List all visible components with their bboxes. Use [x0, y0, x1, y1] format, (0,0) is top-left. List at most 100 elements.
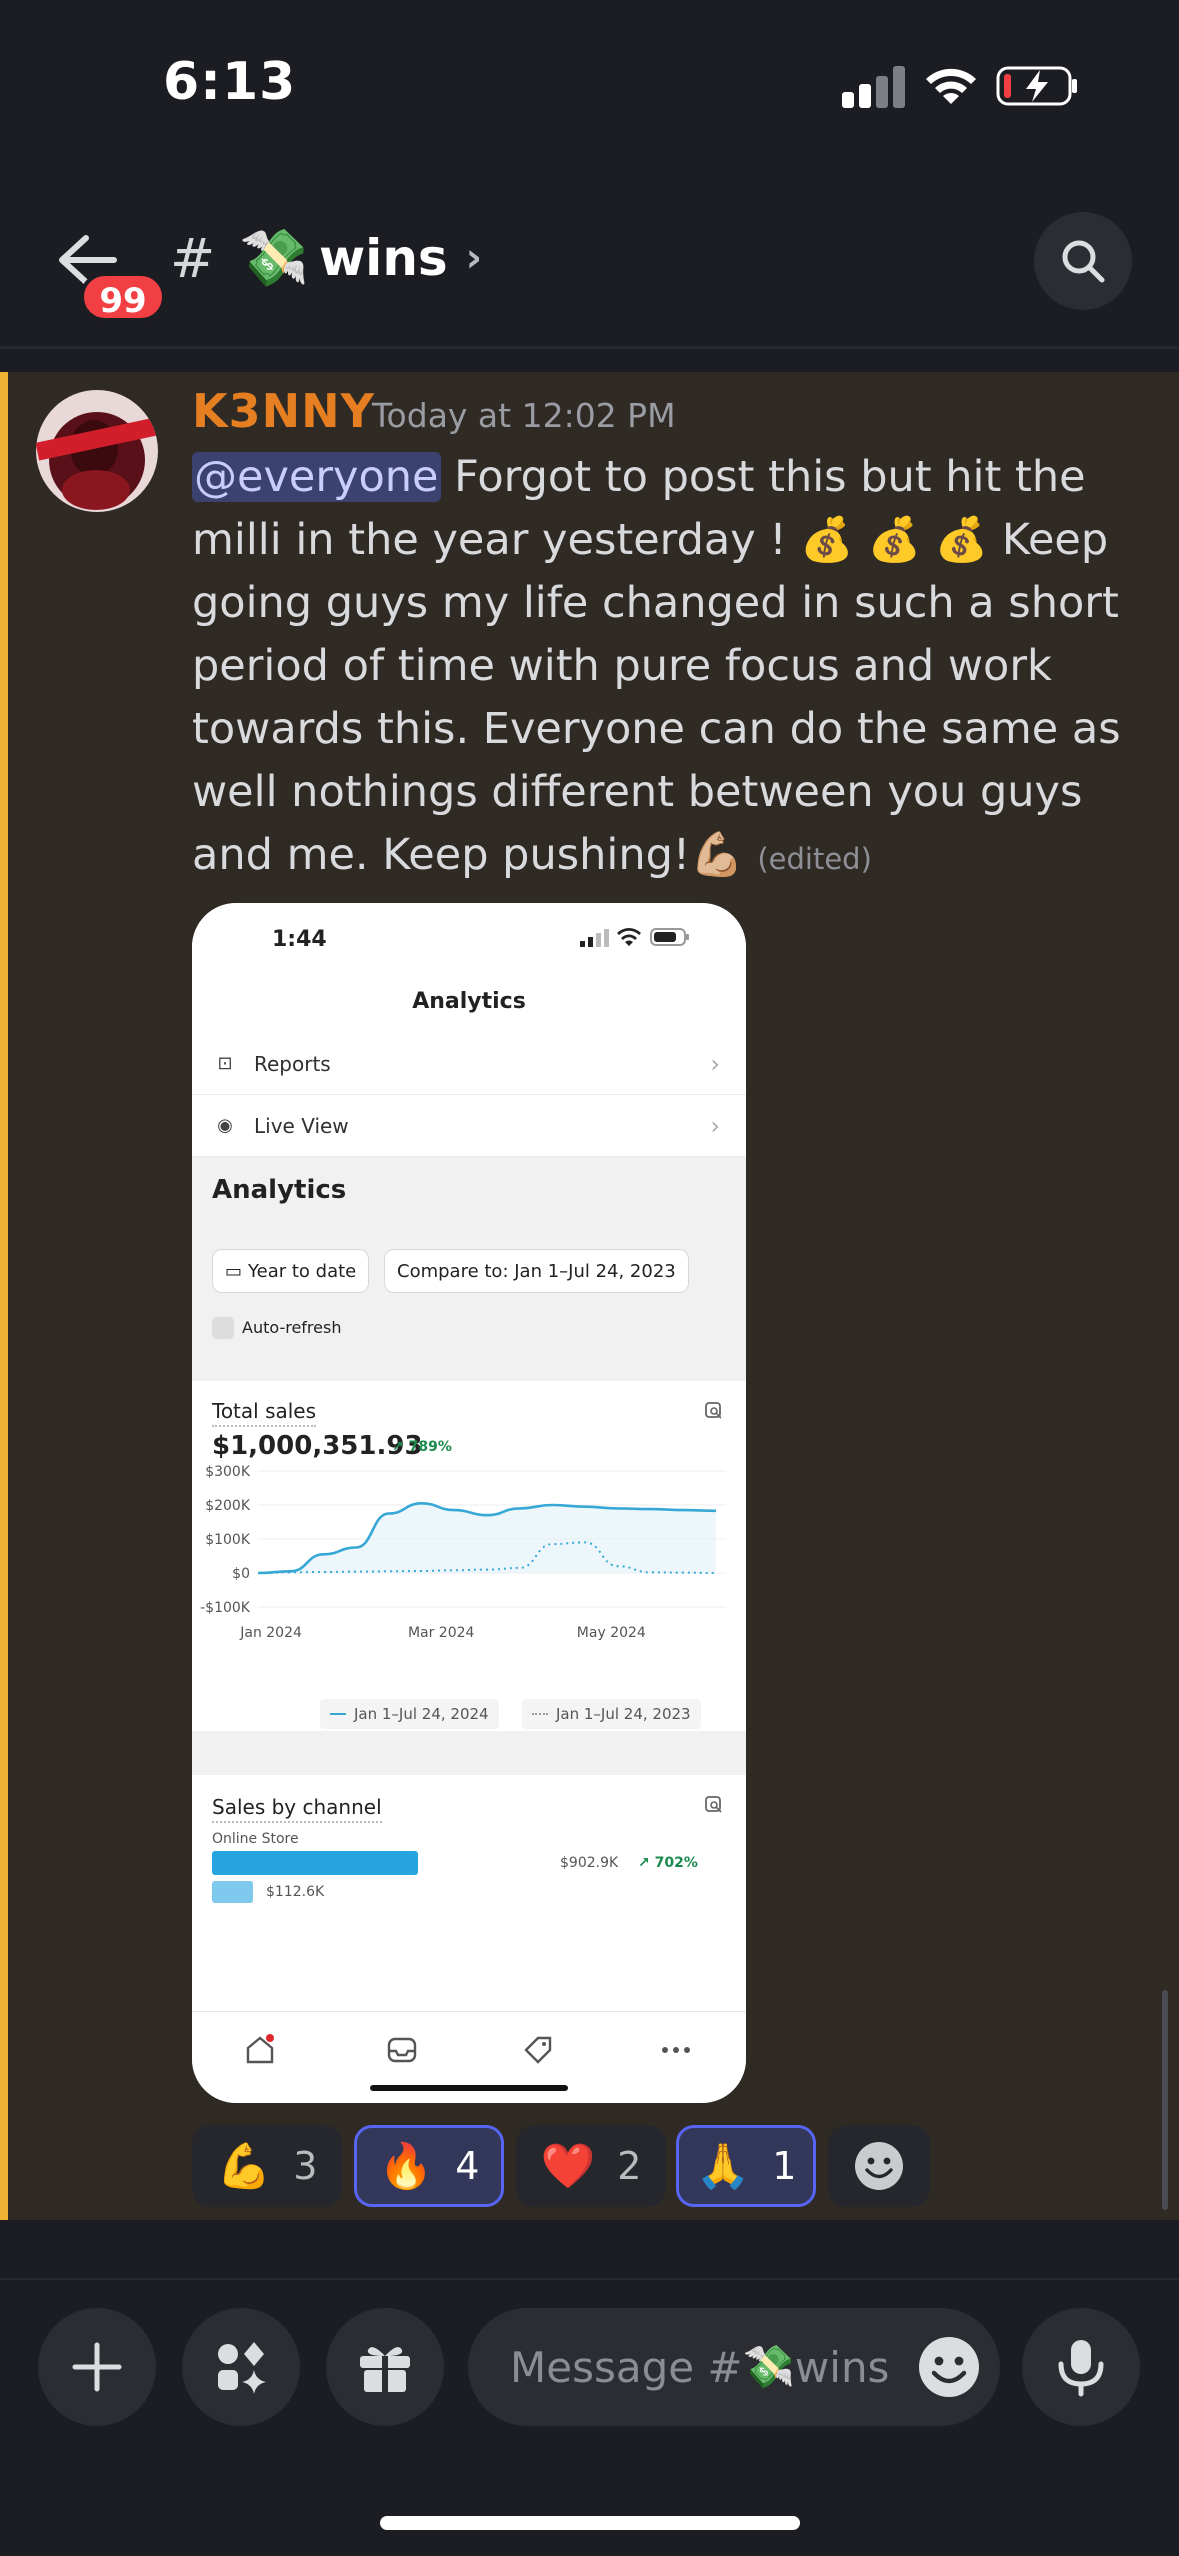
online-store-label: Online Store: [212, 1831, 299, 1847]
auto-refresh-checkbox: [212, 1317, 234, 1339]
total-sales-change: ↗ 789%: [392, 1439, 452, 1455]
reaction-fire[interactable]: 🔥 4: [354, 2125, 504, 2207]
image-attachment[interactable]: 1:44 Analytics ⊡ Reports › ◉ Live View ›…: [192, 903, 746, 2103]
online-store-value: $902.9K: [560, 1855, 619, 1871]
money-wings-emoji: 💸: [239, 226, 309, 291]
emoji-picker-button[interactable]: [904, 2322, 994, 2412]
unread-badge: 99: [80, 272, 166, 322]
reaction-count: 1: [772, 2144, 797, 2188]
pray-emoji: 🙏: [695, 2141, 751, 2192]
live-view-icon: ◉: [217, 1114, 233, 1136]
y-tick-label: $300K: [205, 1464, 251, 1480]
gift-button[interactable]: [326, 2308, 444, 2426]
battery-icon: [650, 928, 689, 946]
year-to-date-filter: ▭ Year to date: [212, 1249, 370, 1293]
y-tick-label: $100K: [205, 1532, 251, 1548]
y-tick-label: $200K: [205, 1498, 251, 1514]
chevron-right-icon: ›: [710, 1111, 720, 1140]
total-sales-card: Total sales $1,000,351.93 ↗ 789% $300K $2…: [192, 1381, 746, 1731]
apps-sparkle-icon: [218, 2342, 266, 2394]
home-indicator: [380, 2516, 800, 2530]
cellular-signal-icon: [842, 66, 906, 108]
report-icon: [705, 1402, 722, 1419]
wifi-icon: [926, 68, 976, 104]
message-placeholder-prefix: Message #: [510, 2342, 743, 2392]
attachment-status-bar: 1:44: [192, 903, 746, 973]
reaction-pray[interactable]: 🙏 1: [676, 2125, 816, 2207]
year-to-date-label: Year to date: [248, 1260, 357, 1282]
hash-icon: #: [170, 226, 216, 290]
chevron-right-icon: ›: [710, 1049, 720, 1078]
channel-title[interactable]: # 💸 wins ›: [170, 225, 482, 291]
tag-icon: [524, 2036, 552, 2064]
y-tick-label: -$100K: [200, 1600, 251, 1616]
reaction-muscle[interactable]: 💪 3: [192, 2125, 342, 2207]
legend-current: Jan 1–Jul 24, 2024: [320, 1699, 499, 1729]
legend-previous-label: Jan 1–Jul 24, 2023: [556, 1705, 691, 1723]
scrollbar[interactable]: [1162, 1990, 1168, 2210]
message-author[interactable]: K3NNY: [192, 384, 375, 438]
heart-emoji: ❤️: [540, 2141, 596, 2192]
voice-message-button[interactable]: [1022, 2308, 1140, 2426]
reaction-count: 3: [293, 2144, 318, 2188]
legend-previous: Jan 1–Jul 24, 2023: [522, 1699, 701, 1729]
compare-filter: Compare to: Jan 1–Jul 24, 2023: [384, 1249, 689, 1293]
total-sales-value: $1,000,351.93: [212, 1431, 423, 1461]
total-sales-chart: $300K $200K $100K $0 -$100K Jan 2024 Mar 2024 M…: [200, 1464, 726, 1641]
online-store-change: ↗ 702%: [638, 1855, 698, 1871]
fire-emoji: 🔥: [378, 2141, 434, 2192]
legend-current-label: Jan 1–Jul 24, 2024: [354, 1705, 489, 1723]
legend-dotted-line-icon: [532, 1713, 548, 1715]
add-reaction-button[interactable]: [828, 2125, 930, 2207]
message-body: Forgot to post this but hit the milli in…: [192, 452, 1121, 880]
reports-icon: ⊡: [217, 1052, 233, 1074]
reports-label: Reports: [254, 1051, 331, 1076]
x-tick-label: Mar 2024: [408, 1625, 475, 1641]
apps-button[interactable]: [182, 2308, 300, 2426]
home-icon: [246, 2034, 274, 2064]
reaction-count: 4: [455, 2144, 480, 2188]
microphone-icon: [1058, 2340, 1104, 2397]
x-tick-label: Jan 2024: [239, 1625, 302, 1641]
report-icon: [705, 1796, 722, 1813]
message-placeholder-channel: wins: [794, 2342, 890, 2392]
add-attachment-button[interactable]: [38, 2308, 156, 2426]
avatar-image: [36, 390, 158, 512]
x-tick-label: May 2024: [577, 1625, 646, 1641]
online-store-bar: [212, 1851, 418, 1875]
sales-by-channel-card: Sales by channel Online Store $902.9K ↗ …: [192, 1775, 746, 2025]
chevron-right-icon: ›: [465, 235, 483, 281]
attachment-home-indicator: [370, 2085, 568, 2091]
smiley-icon: [919, 2337, 979, 2397]
status-bar: 6:13: [0, 0, 1179, 180]
money-wings-emoji: 💸: [742, 2342, 795, 2391]
status-time: 6:13: [163, 52, 297, 112]
smiley-icon: [855, 2142, 903, 2190]
auto-refresh-label: Auto-refresh: [242, 1318, 342, 1337]
inbox-icon: [387, 2037, 417, 2063]
wifi-icon: [617, 928, 641, 946]
plus-icon: [72, 2342, 122, 2392]
series-area-current: [258, 1503, 716, 1573]
message-content: @everyone Forgot to post this but hit th…: [192, 446, 1152, 891]
mention-everyone[interactable]: @everyone: [192, 452, 441, 502]
legend-solid-line-icon: [330, 1713, 346, 1715]
online-store-previous-bar: [212, 1881, 253, 1903]
gift-icon: [360, 2347, 410, 2392]
sales-by-channel-label: Sales by channel: [212, 1795, 382, 1823]
online-store-previous-value: $112.6K: [266, 1884, 325, 1900]
avatar[interactable]: [36, 390, 158, 512]
header-divider: [0, 346, 1179, 349]
edited-label: (edited): [757, 842, 872, 876]
more-icon: [662, 2047, 690, 2053]
reaction-heart[interactable]: ❤️ 2: [516, 2125, 666, 2207]
reaction-count: 2: [617, 2144, 642, 2188]
search-button[interactable]: [1034, 212, 1132, 310]
channel-name: wins: [318, 229, 448, 287]
battery-charging-icon: [996, 66, 1077, 106]
total-sales-label: Total sales: [212, 1399, 317, 1427]
live-view-row: ◉ Live View ›: [192, 1095, 746, 1157]
attachment-title: Analytics: [412, 989, 526, 1014]
live-view-label: Live View: [254, 1113, 349, 1138]
attachment-status-time: 1:44: [272, 927, 327, 952]
